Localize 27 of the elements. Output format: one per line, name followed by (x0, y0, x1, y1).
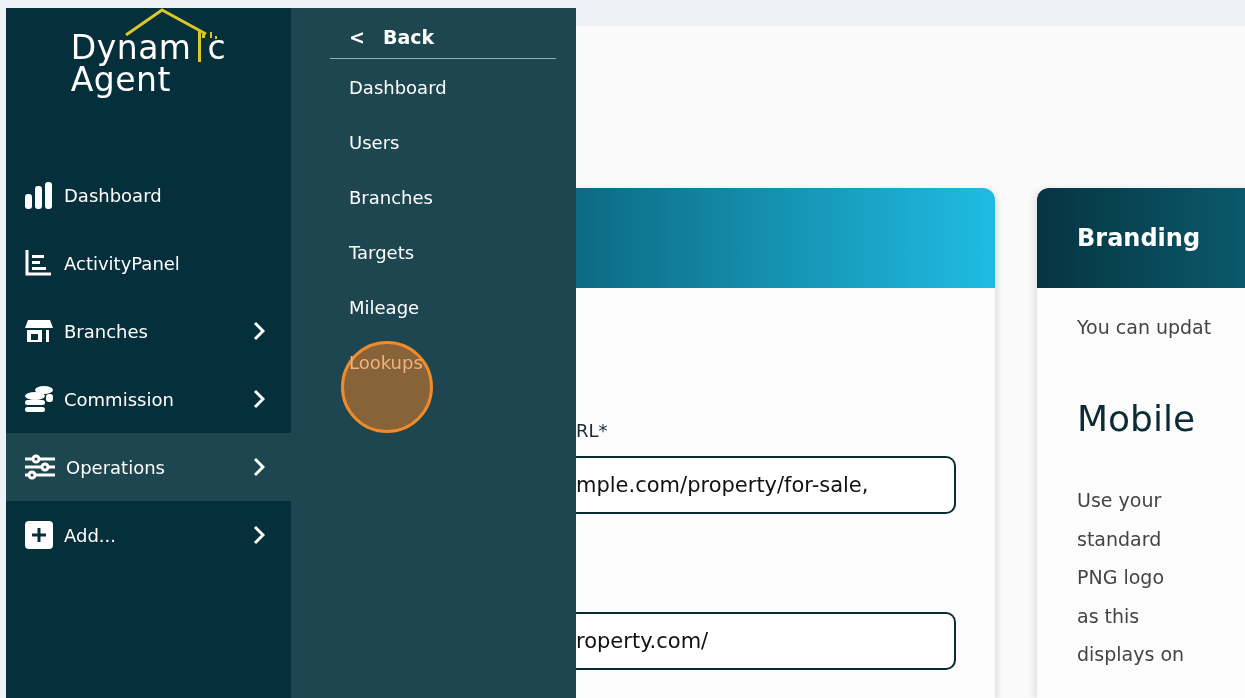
sidebar-item[interactable]: Commission (6, 365, 291, 433)
coins-icon (24, 384, 54, 414)
sidebar-item[interactable]: Branches (6, 297, 291, 365)
list-icon (24, 248, 54, 278)
logo-text: c (207, 32, 227, 64)
submenu-item[interactable]: Dashboard (330, 61, 447, 114)
sidebar-item[interactable]: ActivityPanel (6, 229, 291, 297)
card-text: You can updat (1076, 315, 1213, 338)
sidebar-item[interactable]: Dashboard (6, 161, 291, 229)
card-title: Branding (1037, 188, 1245, 288)
url-field[interactable]: mple.com/property/for-sale, (576, 456, 956, 514)
sidebar-item[interactable]: Operations (6, 433, 291, 501)
bar-chart-icon (24, 180, 54, 210)
submenu-item[interactable]: Mileage (330, 281, 420, 334)
sidebar-item[interactable]: Add... (6, 501, 291, 569)
add-icon (24, 520, 54, 550)
section-title: Mobile (1076, 397, 1197, 439)
submenu-item[interactable]: Users (330, 116, 400, 169)
back-button[interactable]: < Back (330, 18, 556, 59)
submenu-item[interactable]: Targets (330, 226, 415, 279)
url-field[interactable]: roperty.com/ (576, 612, 956, 670)
field-label: RL* (576, 420, 609, 443)
logo-text: Dynam (70, 32, 192, 64)
logo-bar-icon (195, 30, 204, 62)
sliders-icon (24, 452, 56, 482)
submenu-item[interactable]: Branches (330, 171, 433, 224)
section-text: Use your standard PNG logo as this displays on (1076, 488, 1186, 667)
